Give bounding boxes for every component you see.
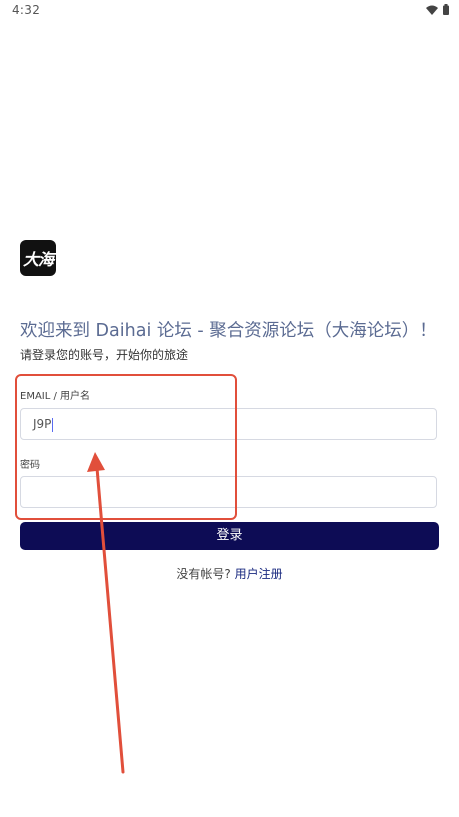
register-link[interactable]: 用户注册 [235, 567, 283, 581]
no-account-text: 没有帐号? [176, 567, 231, 581]
app-logo: 大海 [20, 240, 56, 276]
battery-icon [443, 4, 449, 15]
password-field[interactable] [20, 476, 437, 508]
page-subtitle: 请登录您的账号，开始你的旅途 [20, 348, 189, 362]
page-title: 欢迎来到 Daihai 论坛 - 聚合资源论坛（大海论坛）！ [20, 321, 437, 341]
status-icons [426, 4, 449, 15]
email-field[interactable]: J9P [20, 408, 437, 440]
email-label: EMAIL / 用户名 [20, 391, 91, 402]
text-caret [52, 417, 54, 432]
email-field-value: J9P [33, 417, 52, 431]
register-prompt: 没有帐号? 用户注册 [0, 565, 459, 582]
password-label: 密码 [20, 460, 40, 471]
status-time: 4:32 [12, 3, 41, 17]
login-button[interactable]: 登录 [20, 522, 439, 550]
login-screen: 4:32 大海 欢迎来到 Daihai 论坛 - 聚合资源论坛（大海论坛）！ 请… [0, 0, 459, 817]
status-bar: 4:32 [0, 0, 459, 22]
wifi-icon [426, 5, 438, 15]
app-logo-text: 大海 [22, 250, 54, 269]
